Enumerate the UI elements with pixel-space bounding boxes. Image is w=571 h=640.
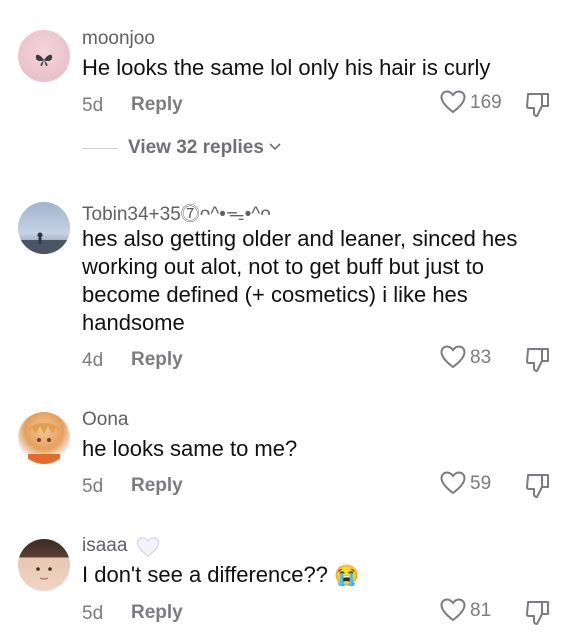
chevron-down-icon [269,143,281,151]
white-heart-icon [136,536,159,557]
comment-date: 5d [82,476,104,497]
like-button[interactable]: 59 [440,469,530,499]
avatar[interactable] [18,412,70,464]
comment-username[interactable]: moonjoo [82,28,155,50]
comment-username-row: isaaa [82,535,160,559]
dislike-button[interactable] [525,599,555,629]
butterfly-icon [35,54,53,66]
comment-list: moonjoo He looks the same lol only his h… [0,0,571,640]
comment-text: he looks same to me? [82,436,298,461]
like-count: 81 [470,600,492,621]
heart-icon [440,598,466,622]
comment-username[interactable]: Oona [82,409,128,431]
dislike-button[interactable] [525,472,555,502]
reply-button[interactable]: Reply [131,602,183,624]
divider [82,148,118,149]
avatar[interactable] [18,539,70,591]
avatar[interactable] [18,30,70,82]
like-button[interactable]: 81 [440,596,530,626]
avatar[interactable] [18,202,70,254]
thumbs-down-icon [526,348,549,372]
comment-text-row: I don't see a difference?? 😭 [82,561,552,590]
comment-date: 5d [82,603,104,624]
like-count: 83 [470,347,492,368]
like-button[interactable]: 83 [440,343,530,373]
like-count: 169 [470,92,502,113]
comment-text: hes also getting older and leaner, since… [82,226,518,335]
crying-face-icon: 😭 [334,565,360,587]
sky-silhouette-icon [18,232,70,254]
thumbs-down-icon [526,93,549,117]
dislike-button[interactable] [525,91,555,121]
anime-character-icon [28,423,60,464]
like-count: 59 [470,473,492,494]
comment-username[interactable]: Tobin34+35⓻ᴖ^•ᯓ•^ᴖ [82,199,271,226]
person-photo-icon [36,567,52,580]
heart-icon [440,90,466,114]
reply-button[interactable]: Reply [131,349,183,371]
thumbs-down-icon [526,474,549,498]
comment-text: He looks the same lol only his hair is c… [82,55,491,80]
heart-icon [440,345,466,369]
thumbs-down-icon [526,601,549,625]
reply-button[interactable]: Reply [131,475,183,497]
comment-date: 5d [82,95,104,116]
comment-date: 4d [82,350,104,371]
reply-button[interactable]: Reply [131,94,183,116]
comment-text: I don't see a difference?? [82,562,328,587]
heart-icon [440,471,466,495]
like-button[interactable]: 169 [440,88,530,118]
dislike-button[interactable] [525,346,555,376]
comment-username[interactable]: isaaa [82,535,127,556]
view-replies-label: View 32 replies [128,137,264,158]
